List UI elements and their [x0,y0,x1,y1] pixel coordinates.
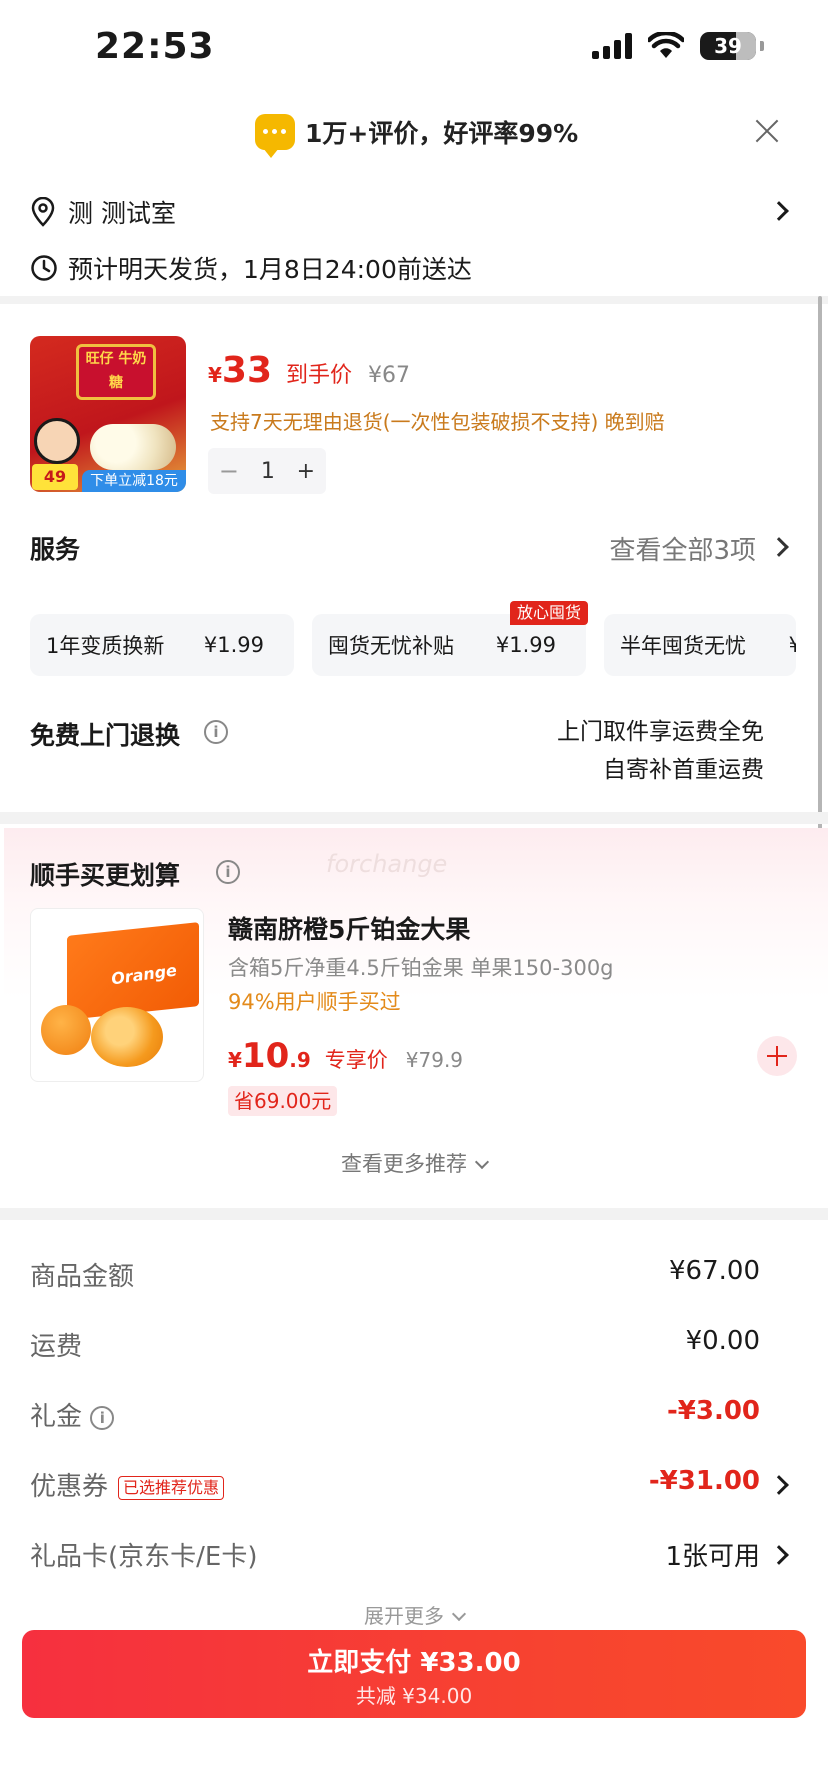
services-title: 服务 [30,535,81,564]
price-decimal: .9 [289,1048,311,1072]
summary-label: 运费 [30,1332,83,1362]
message-icon [255,114,295,158]
summary-value: ¥0.00 [685,1326,760,1356]
pay-savings-label: 共减 ¥34.00 [355,1684,473,1708]
quantity-stepper: − 1 + [208,448,326,494]
price-label: 到手价 [286,363,353,388]
review-summary: 1万+评价，好评率99% [305,119,579,148]
summary-row-goods: 商品金额 ¥67.00 [30,1256,760,1296]
increment-button[interactable]: + [297,459,315,484]
summary-label: 商品金额 [30,1262,135,1292]
watermark: forchange [326,850,448,878]
status-time: 22:53 [95,26,215,67]
summary-row-gift-money: 礼金 i -¥3.00 [30,1396,760,1436]
recommended-product-desc: 含箱5斤净重4.5斤铂金果 单果150-300g [228,956,614,980]
chevron-right-icon [769,201,789,221]
service-option-label: 1年变质换新 [46,634,165,658]
expand-more-label: 展开更多 [364,1604,444,1628]
battery-level: 39 [714,34,742,58]
recommendation-title: 顺手买更划算 [30,861,181,890]
info-icon[interactable]: i [216,860,240,884]
free-return-pickup: 上门取件享运费全免 [557,719,764,745]
chevron-right-icon [769,537,789,557]
delivery-estimate: 预计明天发货，1月8日24:00前送达 [68,255,472,284]
decrement-button[interactable]: − [219,457,239,485]
expand-more[interactable]: 展开更多 [0,1600,828,1629]
add-to-order-button[interactable] [757,1036,797,1076]
wifi-icon [648,32,684,58]
product-image[interactable]: 旺仔 牛奶糖 49 下单立减18元 [30,336,186,492]
cellular-signal-icon [592,33,632,59]
image-price-chip: 49 [32,464,78,490]
address-text: 测 测试室 [68,199,176,228]
close-icon[interactable] [750,114,784,148]
info-icon[interactable]: i [204,720,228,744]
chevron-right-icon [769,1475,789,1495]
chevron-right-icon [769,1545,789,1565]
currency-symbol: ¥ [228,1048,242,1072]
address-row[interactable]: 测 测试室 [0,192,828,232]
status-icons: 39 [592,32,764,60]
recommended-product-popularity: 94%用户顺手买过 [228,990,401,1014]
price-integer: 10 [241,1036,290,1076]
section-divider [0,1208,828,1220]
savings-badge: 省69.00元 [228,1086,338,1116]
summary-label: 礼品卡(京东卡/E卡) [30,1542,258,1572]
service-option-price: ¥1.99 [495,633,556,657]
section-divider [0,812,828,824]
battery-icon: 39 [700,32,756,60]
clock-icon [30,254,58,282]
recommended-product-name[interactable]: 赣南脐橙5斤铂金大果 [228,910,470,946]
service-option-price: ¥ [788,633,796,657]
service-option[interactable]: 半年囤货无忧 ¥ [604,614,796,676]
free-return-title: 免费上门退换 [30,721,181,750]
product-brand-label: 旺仔 牛奶糖 [76,344,156,400]
shipping-row: 预计明天发货，1月8日24:00前送达 [0,248,828,288]
chevron-down-icon [474,1154,490,1170]
view-all-services[interactable]: 查看全部3项 [609,530,756,567]
summary-row-gift-card[interactable]: 礼品卡(京东卡/E卡) 1张可用 [30,1536,760,1576]
summary-row-shipping: 运费 ¥0.00 [30,1326,760,1366]
service-option-price: ¥1.99 [203,633,264,657]
service-option[interactable]: 1年变质换新 ¥1.99 [30,614,294,676]
recommended-product-image[interactable]: Orange [30,908,204,1082]
product-price-line: ¥ 33 到手价 ¥67 [208,350,410,391]
info-icon[interactable]: i [90,1405,115,1430]
price-label: 专享价 [324,1048,388,1072]
pay-now-button[interactable]: 立即支付 ¥33.00 共减 ¥34.00 [22,1630,806,1718]
original-price: ¥67 [368,363,411,388]
image-promo-strip: 下单立减18元 [82,470,186,492]
more-recommendations[interactable]: 查看更多推荐 [0,1148,828,1178]
summary-value: ¥67.00 [669,1256,760,1286]
service-option-label: 半年囤货无忧 [620,634,746,658]
chevron-down-icon [451,1606,467,1622]
recommended-product-price: ¥ 10 .9 专享价 ¥79.9 [228,1036,463,1076]
review-banner: 1万+评价，好评率99% [0,110,828,160]
more-recommendations-label: 查看更多推荐 [341,1152,467,1176]
service-option-label: 囤货无忧补贴 [328,634,454,658]
section-divider [0,296,828,304]
summary-value: -¥3.00 [666,1396,760,1426]
pay-now-label: 立即支付 ¥33.00 [307,1648,521,1678]
free-return-self-ship: 自寄补首重运费 [603,757,764,783]
status-bar: 22:53 39 [0,0,828,96]
coupon-badge: 已选推荐优惠 [118,1475,225,1500]
service-tag-badge: 放心囤货 [510,601,589,625]
location-pin-icon [30,197,56,227]
summary-label: 礼金 i [30,1396,115,1433]
summary-value: -¥31.00 [648,1466,760,1496]
summary-label: 优惠券 已选推荐优惠 [30,1466,225,1503]
original-price: ¥79.9 [405,1048,464,1072]
summary-value: 1张可用 [665,1542,760,1572]
product-price: 33 [221,350,273,391]
quantity-value[interactable]: 1 [261,459,275,484]
currency-symbol: ¥ [208,363,222,387]
return-policy: 支持7天无理由退货(一次性包装破损不支持) 晚到赔 [210,410,665,434]
summary-row-coupon[interactable]: 优惠券 已选推荐优惠 -¥31.00 [30,1466,760,1506]
